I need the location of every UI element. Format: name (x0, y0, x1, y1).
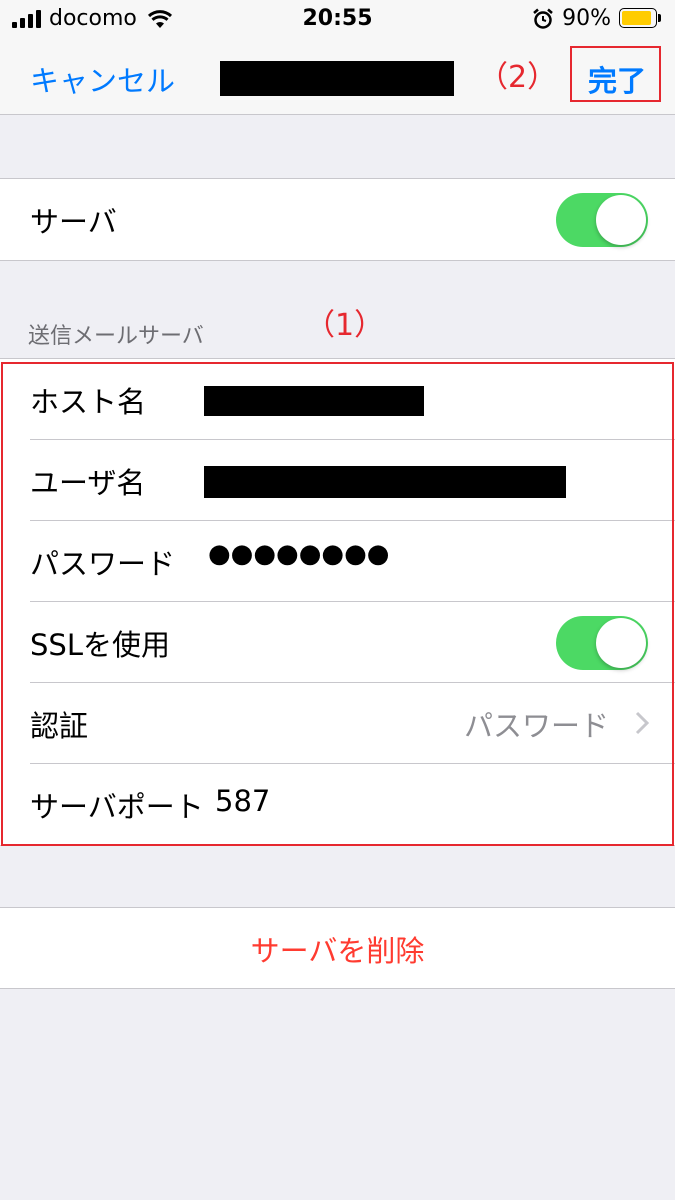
outgoing-section-header: 送信メールサーバ (28, 324, 204, 349)
auth-label: 認証 (30, 709, 89, 743)
status-right: 90% (532, 6, 663, 31)
battery-icon (619, 7, 663, 30)
port-label: サーバポート (30, 790, 204, 824)
password-row[interactable]: パスワード ●●●●●●●● (0, 521, 675, 602)
server-toggle[interactable] (556, 193, 648, 247)
port-row[interactable]: サーバポート 587 (0, 764, 675, 845)
chevron-right-icon (635, 711, 649, 735)
port-field[interactable]: 587 (215, 784, 270, 818)
ssl-row: SSLを使用 (0, 602, 675, 683)
auth-value: パスワード (463, 709, 609, 743)
toggle-knob (596, 195, 646, 245)
alarm-icon (533, 8, 553, 29)
user-row[interactable]: ユーザ名 (0, 440, 675, 521)
outgoing-server-group: ホスト名 ユーザ名 パスワード ●●●●●●●● SSLを使用 認証 パスワード… (0, 358, 675, 846)
done-button[interactable]: 完了 (588, 58, 646, 100)
user-value-redacted[interactable] (204, 466, 566, 498)
battery-percent: 90% (562, 6, 611, 31)
server-toggle-group: サーバ (0, 178, 675, 261)
annotation-label-1: （1） (305, 308, 385, 343)
toggle-knob (596, 618, 646, 668)
server-label: サーバ (30, 205, 117, 239)
battery-fill (622, 10, 651, 25)
annotation-label-2: （2） (478, 60, 558, 95)
delete-server-button[interactable]: サーバを削除 (0, 928, 675, 970)
server-row: サーバ (0, 179, 675, 260)
navigation-bar: キャンセル （2） 完了 (0, 38, 675, 115)
status-bar: docomo 20:55 90% (0, 0, 675, 38)
host-value-redacted[interactable] (204, 386, 424, 416)
nav-title-redacted (220, 61, 454, 96)
delete-group: サーバを削除 (0, 907, 675, 989)
cancel-button[interactable]: キャンセル (30, 58, 175, 100)
password-field[interactable]: ●●●●●●●● (208, 539, 390, 569)
ssl-toggle[interactable] (556, 616, 648, 670)
ssl-label: SSLを使用 (30, 628, 170, 662)
user-label: ユーザ名 (30, 466, 146, 500)
host-row[interactable]: ホスト名 (0, 359, 675, 440)
auth-row[interactable]: 認証 パスワード (0, 683, 675, 764)
password-label: パスワード (30, 547, 176, 581)
host-label: ホスト名 (30, 385, 147, 419)
